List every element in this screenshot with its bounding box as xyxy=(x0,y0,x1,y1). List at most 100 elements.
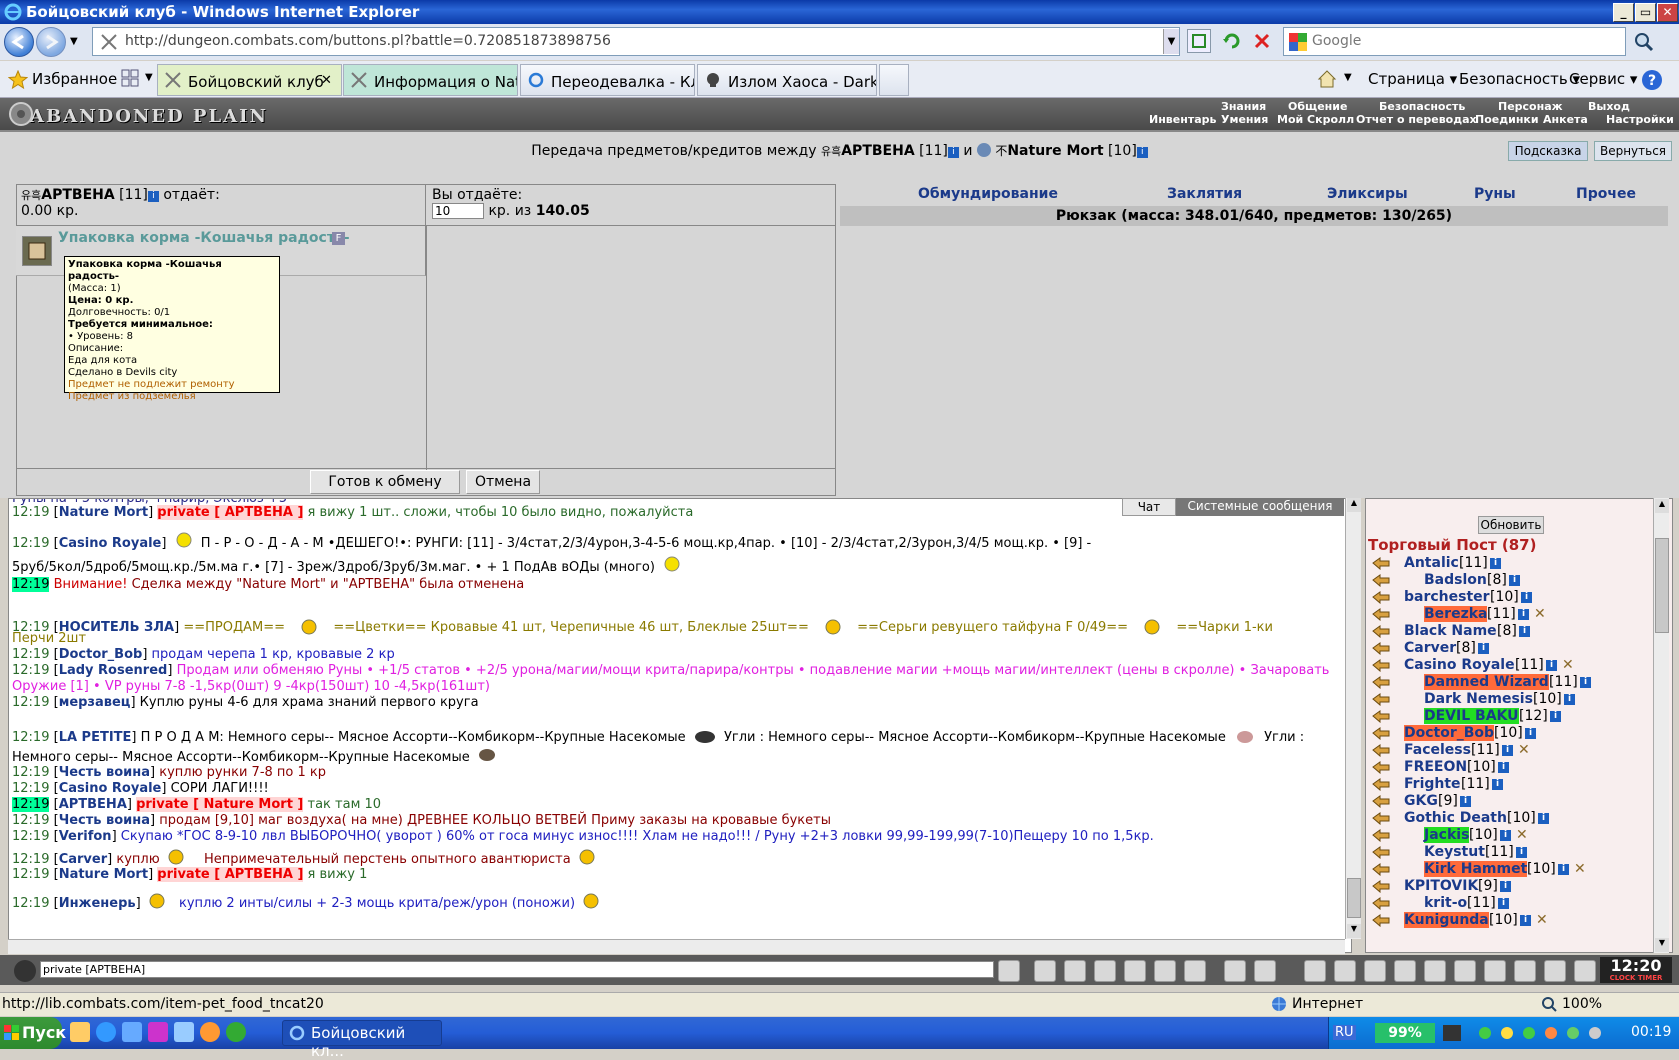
ie-launch-icon[interactable] xyxy=(96,1022,116,1042)
menu-exit[interactable]: Выход xyxy=(1588,100,1630,113)
private-chat-icon[interactable] xyxy=(1372,676,1390,689)
user-name[interactable]: Gothic Death xyxy=(1404,810,1507,826)
save-log-icon[interactable] xyxy=(1094,960,1116,982)
forward-button[interactable] xyxy=(36,27,66,57)
quick-action-icon[interactable] xyxy=(1334,960,1356,982)
info-icon[interactable]: i xyxy=(1520,915,1531,926)
home-dropdown-icon[interactable]: ▼ xyxy=(1344,72,1352,83)
user-name[interactable]: Keystut xyxy=(1424,844,1485,860)
chat-mode-icon[interactable] xyxy=(14,960,36,982)
private-chat-icon[interactable] xyxy=(1372,710,1390,723)
user-name[interactable]: Badslon xyxy=(1424,572,1487,588)
info-icon[interactable]: i xyxy=(1490,558,1501,569)
info-icon[interactable]: i xyxy=(1492,779,1503,790)
help-icon[interactable]: ? xyxy=(1640,68,1664,92)
info-icon[interactable]: i xyxy=(1498,762,1509,773)
actions-icon[interactable] xyxy=(1124,960,1146,982)
user-name[interactable]: barchester xyxy=(1404,589,1490,605)
send-icon[interactable] xyxy=(998,960,1020,982)
user-name[interactable]: Dark Nemesis xyxy=(1424,691,1533,707)
menu-character[interactable]: Персонаж xyxy=(1498,100,1563,113)
minimize-button[interactable]: _ xyxy=(1613,3,1634,22)
tools-menu[interactable]: Сервис ▾ xyxy=(1569,70,1637,88)
quick-action-icon[interactable] xyxy=(1454,960,1476,982)
scroll-down-icon[interactable]: ▼ xyxy=(1347,924,1361,938)
user-name[interactable]: DEVIL BAKU xyxy=(1424,708,1519,724)
scroll-thumb[interactable] xyxy=(1347,878,1361,918)
quick-action-icon[interactable] xyxy=(1304,960,1326,982)
back-button[interactable] xyxy=(4,27,34,57)
user-name[interactable]: Black Name xyxy=(1404,623,1497,639)
scroll-thumb[interactable] xyxy=(1655,538,1669,633)
tab-spells[interactable]: Заклятия xyxy=(1167,186,1242,202)
device-icon[interactable] xyxy=(1443,1025,1461,1041)
ready-exchange-button[interactable]: Готов к обмену xyxy=(310,470,460,494)
private-chat-icon[interactable] xyxy=(1372,846,1390,859)
smiles-icon[interactable] xyxy=(1224,960,1246,982)
private-chat-icon[interactable] xyxy=(1372,914,1390,927)
chat-settings-icon[interactable] xyxy=(1254,960,1276,982)
private-chat-icon[interactable] xyxy=(1372,625,1390,638)
battery-indicator[interactable]: 99% xyxy=(1375,1023,1435,1043)
quick-launch-icon[interactable] xyxy=(70,1022,90,1042)
page-menu[interactable]: Страница ▾ xyxy=(1368,70,1457,88)
quick-action-icon[interactable] xyxy=(1394,960,1416,982)
private-chat-icon[interactable] xyxy=(1372,812,1390,825)
zoom-level[interactable]: 100% xyxy=(1562,996,1602,1012)
info-icon[interactable]: i xyxy=(1516,847,1527,858)
chat-tab[interactable]: Чат xyxy=(1122,498,1176,516)
private-chat-icon[interactable] xyxy=(1372,880,1390,893)
info-icon[interactable]: i xyxy=(1500,830,1511,841)
private-chat-icon[interactable] xyxy=(1372,659,1390,672)
info-icon[interactable]: i xyxy=(1500,881,1511,892)
address-bar[interactable]: http://dungeon.combats.com/buttons.pl?ba… xyxy=(92,27,1180,56)
food-item-image[interactable] xyxy=(22,236,52,266)
menu-transfer-report[interactable]: Отчет о переводах xyxy=(1356,113,1477,126)
new-tab-button[interactable] xyxy=(879,64,909,96)
clear-icon[interactable] xyxy=(1034,960,1056,982)
quick-action-icon[interactable] xyxy=(1514,960,1536,982)
tab-other[interactable]: Прочее xyxy=(1576,186,1636,202)
menu-settings[interactable]: Настройки xyxy=(1606,113,1674,126)
address-dropdown-icon[interactable]: ▼ xyxy=(1163,29,1179,54)
translit-icon[interactable] xyxy=(1154,960,1176,982)
info-icon[interactable]: i xyxy=(1580,677,1591,688)
user-name[interactable]: Berezka xyxy=(1424,606,1488,622)
private-chat-icon[interactable] xyxy=(1372,591,1390,604)
private-chat-icon[interactable] xyxy=(1372,608,1390,621)
info-icon[interactable]: i xyxy=(1460,796,1471,807)
refresh-users-button[interactable]: Обновить xyxy=(1478,516,1544,534)
tab-pereodevalka[interactable]: Переодевалка - Кла... xyxy=(520,64,695,96)
tab-nature-info[interactable]: Информация о Natu... xyxy=(343,64,518,96)
private-chat-icon[interactable] xyxy=(1372,761,1390,774)
chat-input[interactable]: private [АРТВЕНА] xyxy=(40,961,994,978)
private-chat-icon[interactable] xyxy=(1372,744,1390,757)
private-chat-icon[interactable] xyxy=(1372,795,1390,808)
private-chat-icon[interactable] xyxy=(1372,642,1390,655)
credits-amount-input[interactable] xyxy=(432,203,484,219)
cancel-exchange-button[interactable]: Отмена xyxy=(466,470,540,494)
user-name[interactable]: Jackis xyxy=(1424,827,1470,843)
tab-elixirs[interactable]: Эликсиры xyxy=(1327,186,1408,202)
language-indicator[interactable]: RU xyxy=(1333,1025,1356,1040)
info-icon[interactable]: i xyxy=(1546,660,1557,671)
private-chat-icon[interactable] xyxy=(1372,829,1390,842)
user-name[interactable]: Kirk Hammet xyxy=(1424,861,1528,877)
item-name-link[interactable]: Упаковка корма -Кошачья радость- xyxy=(58,230,350,246)
quick-launch-icon[interactable] xyxy=(148,1022,168,1042)
info-icon[interactable]: i xyxy=(1518,609,1529,620)
user-name[interactable]: Faceless xyxy=(1404,742,1471,758)
private-chat-icon[interactable] xyxy=(1372,693,1390,706)
menu-inventory[interactable]: Инвентарь xyxy=(1149,113,1216,126)
tab-runes[interactable]: Руны xyxy=(1474,186,1516,202)
quick-tabs-icon[interactable] xyxy=(120,68,140,88)
info-icon[interactable]: i xyxy=(1478,643,1489,654)
menu-communication[interactable]: Общение xyxy=(1288,100,1347,113)
tab-list-dropdown-icon[interactable]: ▼ xyxy=(145,72,153,83)
history-dropdown-icon[interactable]: ▼ xyxy=(70,36,78,47)
tab-izlom-haosa[interactable]: Излом Хаоса - Dark... xyxy=(697,64,877,96)
private-chat-icon[interactable] xyxy=(1372,863,1390,876)
scroll-up-icon[interactable]: ▲ xyxy=(1655,499,1669,513)
info-icon[interactable]: i xyxy=(1538,813,1549,824)
info-icon[interactable]: i xyxy=(1564,694,1575,705)
